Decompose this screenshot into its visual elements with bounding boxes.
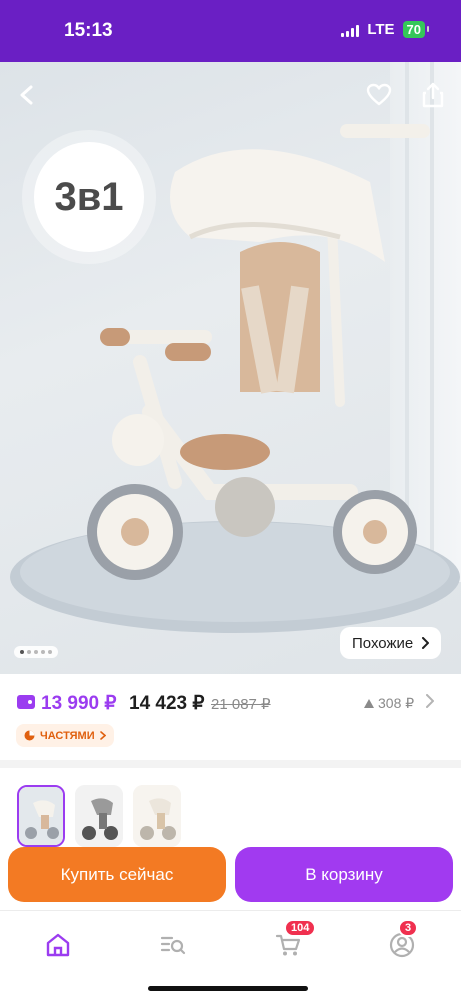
similar-label: Похожие <box>352 634 414 652</box>
gallery-pagination <box>14 646 58 658</box>
status-indicators: LTE 70 <box>341 21 430 38</box>
variant-thumbnail[interactable] <box>17 785 65 847</box>
variant-image <box>19 787 63 845</box>
battery-icon: 70 <box>402 21 430 38</box>
pie-icon <box>24 730 35 741</box>
product-gallery[interactable]: 3в1 Похожие <box>0 62 461 674</box>
home-indicator <box>148 986 308 991</box>
status-bar: 15:13 LTE 70 <box>0 0 461 62</box>
variant-image <box>75 785 123 847</box>
tab-catalog[interactable] <box>153 925 193 965</box>
chevron-left-icon <box>20 85 33 105</box>
price-trend-value: 308 ₽ <box>378 695 415 711</box>
tab-profile[interactable]: 3 <box>382 919 422 965</box>
variant-thumbnails <box>17 785 181 847</box>
signal-icon <box>341 23 360 37</box>
add-to-cart-button[interactable]: В корзину <box>235 847 453 902</box>
network-type: LTE <box>367 21 395 38</box>
variant-thumbnail[interactable] <box>75 785 123 847</box>
favorite-button[interactable] <box>362 78 396 112</box>
similar-button[interactable]: Похожие <box>340 627 442 659</box>
tab-cart[interactable]: 104 <box>268 919 317 965</box>
catalog-search-icon <box>160 936 186 955</box>
chevron-right-icon[interactable] <box>426 694 434 708</box>
status-time: 15:13 <box>64 20 113 41</box>
profile-count-badge: 3 <box>398 919 419 937</box>
price-trend[interactable]: 308 ₽ <box>364 695 414 712</box>
tab-home[interactable] <box>38 925 78 965</box>
share-button[interactable] <box>416 78 450 112</box>
price: 14 423 ₽ <box>129 693 205 714</box>
triangle-up-icon <box>364 699 374 708</box>
chevron-right-icon <box>99 731 106 740</box>
heart-icon <box>366 83 392 106</box>
variant-thumbnail[interactable] <box>133 785 181 847</box>
old-price: 21 087 ₽ <box>211 696 271 713</box>
section-divider <box>0 760 461 768</box>
feature-badge: 3в1 <box>34 142 144 252</box>
back-button[interactable] <box>10 78 44 112</box>
cart-count-badge: 104 <box>284 919 317 937</box>
card-price: 13 990 ₽ <box>41 693 117 714</box>
share-icon <box>422 82 444 108</box>
installments-label: ЧАСТЯМИ <box>40 729 95 742</box>
home-icon <box>46 933 70 957</box>
wallet-card-icon <box>17 695 35 709</box>
buy-now-button[interactable]: Купить сейчас <box>8 847 226 902</box>
price-row: 13 990 ₽ 14 423 ₽ 21 087 ₽ 308 ₽ <box>0 684 461 724</box>
chevron-right-icon <box>422 637 430 649</box>
variant-image <box>133 785 181 847</box>
installments-badge[interactable]: ЧАСТЯМИ <box>16 724 114 747</box>
